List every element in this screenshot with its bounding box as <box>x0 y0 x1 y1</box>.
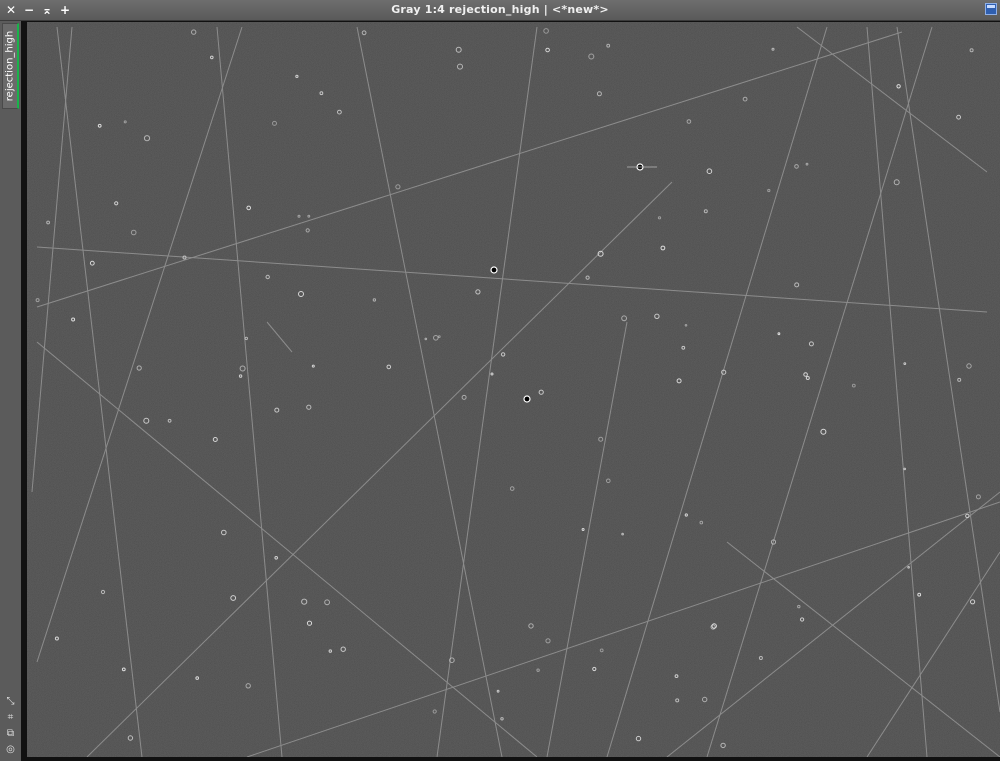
image-frame <box>21 21 1000 761</box>
view-tab-label: rejection_high <box>4 30 16 102</box>
star-marker <box>523 395 531 403</box>
star-marker <box>490 266 498 274</box>
zoom-frame-icon[interactable]: ⌗ <box>3 710 18 725</box>
window-menu-icon[interactable] <box>985 3 997 15</box>
clone-view-icon[interactable]: ⧉ <box>3 726 18 741</box>
fit-view-icon[interactable]: ⤡ <box>3 694 18 709</box>
target-icon[interactable]: ◎ <box>3 742 18 757</box>
view-tab-strip: rejection_high ⤡ ⌗ ⧉ ◎ <box>0 21 22 761</box>
window-title: Gray 1:4 rejection_high | <*new*> <box>391 3 609 16</box>
view-tools: ⤡ ⌗ ⧉ ◎ <box>3 693 18 757</box>
image-noise <box>27 22 1000 757</box>
image-view[interactable] <box>27 22 1000 757</box>
view-tab-rejection-high[interactable]: rejection_high <box>2 23 19 109</box>
image-canvas <box>27 22 1000 757</box>
window-titlebar: ✕ − ⌅ + Gray 1:4 rejection_high | <*new*… <box>0 0 1000 21</box>
